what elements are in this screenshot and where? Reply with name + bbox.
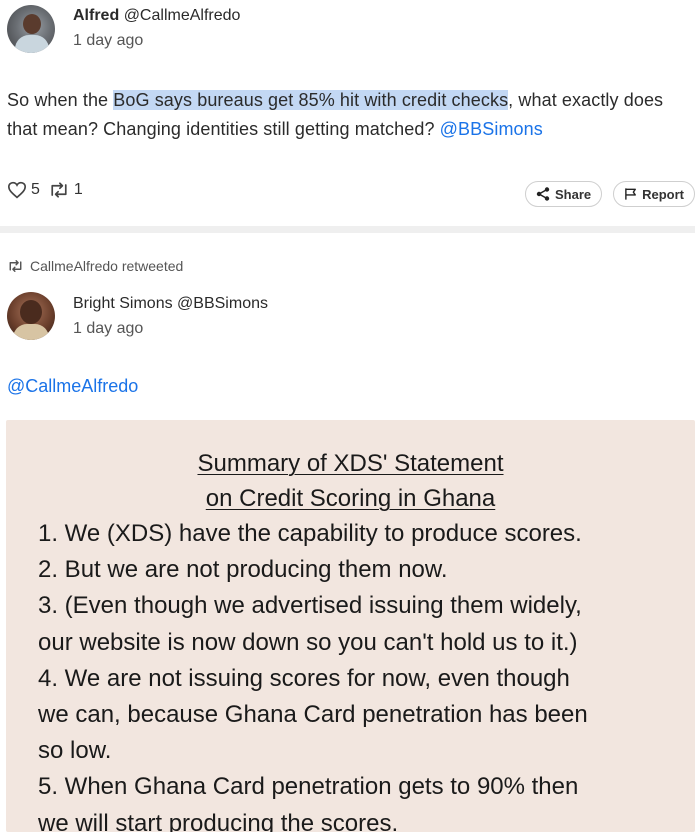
- statement-line: our website is now down so you can't hol…: [38, 628, 578, 656]
- statement-line: 4. We are not issuing scores for now, ev…: [38, 664, 570, 692]
- post-timestamp: 1 day ago: [73, 320, 144, 337]
- statement-line: 1. We (XDS) have the capability to produ…: [38, 520, 582, 547]
- mention-link[interactable]: @BBSimons: [440, 119, 543, 139]
- post-text: So when the BoG says bureaus get 85% hit…: [7, 86, 691, 144]
- post-author[interactable]: Alfred @CallmeAlfredo: [73, 7, 240, 25]
- report-button[interactable]: Report: [613, 181, 695, 207]
- image-statement-list: 1. We (XDS) have the capability to produ…: [38, 516, 688, 832]
- retweet-count: 1: [73, 181, 83, 198]
- like-button[interactable]: 5: [7, 181, 40, 199]
- avatar-head: [20, 300, 42, 324]
- statement-line: 2. But we are not producing them now.: [38, 556, 448, 584]
- avatar-body: [15, 35, 49, 53]
- statement-line: 5. When Ghana Card penetration gets to 9…: [38, 773, 579, 801]
- retweeted-by: CallmeAlfredo retweeted: [7, 258, 183, 274]
- avatar[interactable]: [7, 292, 55, 340]
- post-actions: 5 1: [7, 181, 91, 199]
- like-count: 5: [31, 181, 40, 198]
- avatar-body: [13, 324, 49, 340]
- statement-line: 3. (Even though we advertised issuing th…: [38, 592, 582, 620]
- reply-mention[interactable]: @CallmeAlfredo: [7, 376, 138, 397]
- retweet-button[interactable]: 1: [48, 181, 83, 199]
- post-timestamp: 1 day ago: [73, 32, 144, 49]
- retweet-icon: [9, 260, 22, 272]
- image-title-line-2: on Credit Scoring in Ghana: [6, 485, 695, 513]
- statement-line: so low.: [38, 737, 112, 765]
- share-label: Share: [555, 186, 592, 202]
- avatar-head: [23, 14, 41, 34]
- post-text-start: So when the: [7, 90, 114, 110]
- selected-text: BoG says bureaus get 85% hit with credit…: [113, 90, 509, 110]
- post-image[interactable]: Summary of XDS' Statement on Credit Scor…: [6, 420, 695, 832]
- statement-line: we will start producing the scores.: [38, 809, 399, 832]
- author-name[interactable]: Alfred: [73, 7, 119, 24]
- image-title-text-2: on Credit Scoring in Ghana: [205, 485, 496, 512]
- report-label: Report: [642, 186, 684, 202]
- author-handle[interactable]: @BBSimons: [177, 295, 268, 312]
- retweet-icon: [51, 182, 67, 198]
- retweeted-by-label: CallmeAlfredo retweeted: [30, 258, 184, 274]
- image-title-text-1: Summary of XDS' Statement: [197, 450, 504, 477]
- statement-line: we can, because Ghana Card penetration h…: [38, 701, 588, 729]
- avatar[interactable]: [7, 5, 55, 53]
- flag-icon: [625, 188, 636, 200]
- post-author[interactable]: Bright Simons @BBSimons: [73, 295, 268, 313]
- share-button[interactable]: Share: [525, 181, 603, 207]
- author-handle[interactable]: @CallmeAlfredo: [124, 7, 241, 24]
- image-title-line-1: Summary of XDS' Statement: [6, 450, 695, 478]
- post-separator: [0, 226, 695, 233]
- heart-outline-icon: [7, 181, 27, 199]
- author-name[interactable]: Bright Simons: [73, 295, 173, 312]
- share-icon: [536, 187, 550, 201]
